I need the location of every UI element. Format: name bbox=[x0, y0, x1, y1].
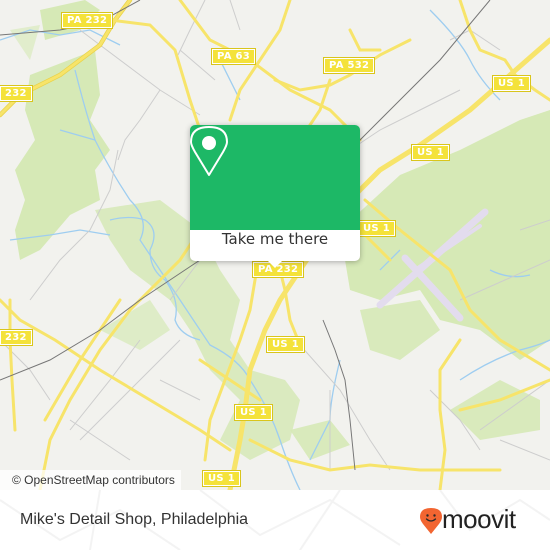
take-me-there-button[interactable]: Take me there bbox=[190, 230, 360, 261]
moovit-smiley-pin-icon bbox=[420, 508, 442, 534]
place-name: Mike's Detail Shop, Philadelphia bbox=[20, 511, 249, 528]
popup-pointer bbox=[266, 259, 284, 268]
map-attribution[interactable]: © OpenStreetMap contributors bbox=[0, 470, 181, 490]
footer-bar: Mike's Detail Shop, Philadelphia moovit bbox=[0, 490, 550, 550]
route-shield: PA 232 bbox=[60, 12, 114, 29]
location-popup: Take me there bbox=[190, 125, 360, 268]
moovit-wordmark: moovit bbox=[442, 504, 516, 534]
route-shield: US 1 bbox=[234, 404, 273, 421]
route-shield: 232 bbox=[0, 85, 33, 102]
map-pin-icon bbox=[190, 126, 228, 176]
route-shield: US 1 bbox=[266, 336, 305, 353]
map-view[interactable]: PA 232 232 PA 63 PA 532 US 1 US 1 US 1 P… bbox=[0, 0, 550, 490]
route-shield: US 1 bbox=[202, 470, 241, 487]
route-shield: US 1 bbox=[411, 144, 450, 161]
route-shield: 232 bbox=[0, 329, 33, 346]
popup-header bbox=[190, 125, 360, 230]
route-shield: US 1 bbox=[492, 75, 531, 92]
route-shield: PA 532 bbox=[322, 57, 376, 74]
route-shield: US 1 bbox=[357, 220, 396, 237]
route-shield: PA 63 bbox=[210, 48, 257, 65]
